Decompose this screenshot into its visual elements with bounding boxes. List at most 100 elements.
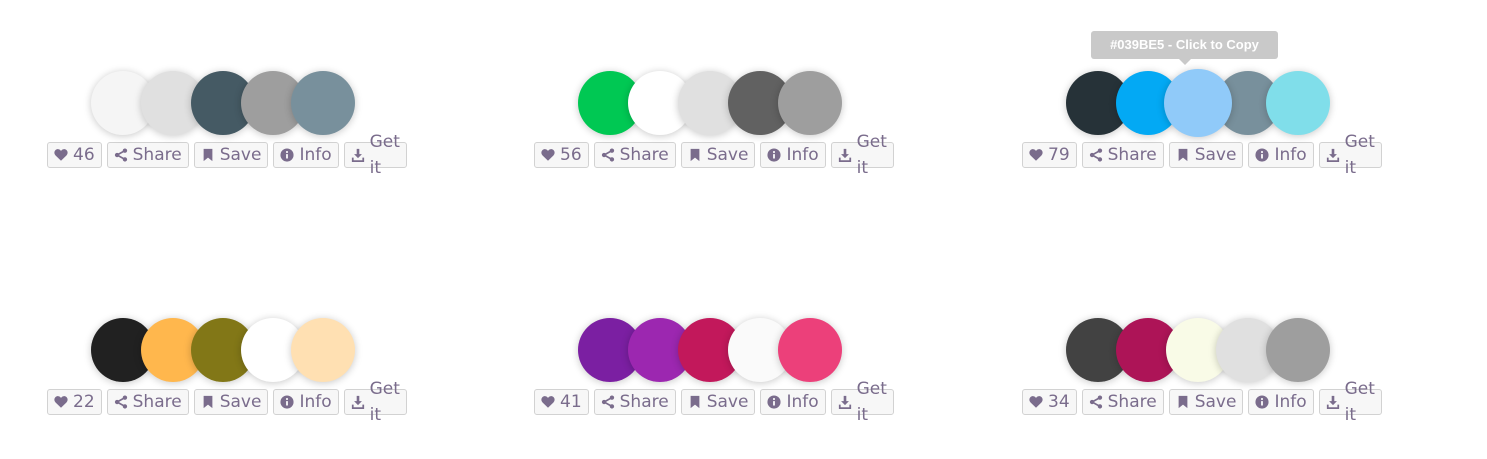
info-icon: [280, 395, 294, 409]
button-label: Share: [132, 145, 182, 165]
share-icon: [1089, 148, 1103, 162]
download-icon: [838, 395, 852, 409]
bookmark-icon: [1176, 148, 1190, 162]
color-swatch[interactable]: [778, 71, 842, 135]
bookmark-icon: [688, 148, 702, 162]
button-label: Info: [786, 145, 819, 165]
color-swatch[interactable]: [291, 318, 355, 382]
get-it-button[interactable]: Get it: [1318, 379, 1382, 425]
button-label: Get it: [856, 379, 887, 425]
palette-card: 46 Share Save Info Get it: [47, 31, 407, 178]
share-icon: [114, 395, 128, 409]
share-button[interactable]: Share: [106, 142, 189, 168]
share-button[interactable]: Share: [1081, 389, 1164, 415]
button-label: Save: [1194, 392, 1237, 412]
get-it-button[interactable]: Get it: [830, 132, 894, 178]
button-label: Info: [1274, 145, 1307, 165]
info-icon: [1255, 148, 1269, 162]
heart-icon: [541, 148, 555, 162]
like-button[interactable]: 79: [1022, 142, 1077, 168]
button-label: Share: [132, 392, 182, 412]
share-icon: [601, 148, 615, 162]
color-swatch[interactable]: [291, 71, 355, 135]
button-label: 22: [73, 392, 95, 412]
share-icon: [114, 148, 128, 162]
download-icon: [351, 395, 365, 409]
bookmark-icon: [688, 395, 702, 409]
button-label: Save: [706, 392, 749, 412]
share-button[interactable]: Share: [593, 142, 676, 168]
like-button[interactable]: 46: [47, 142, 102, 168]
button-label: Get it: [1344, 379, 1375, 425]
button-label: Get it: [1344, 132, 1375, 178]
download-icon: [1326, 148, 1340, 162]
button-label: Info: [786, 392, 819, 412]
button-label: Save: [219, 392, 262, 412]
color-swatch[interactable]: [1164, 69, 1232, 137]
info-button[interactable]: Info: [273, 142, 339, 168]
share-icon: [1089, 395, 1103, 409]
save-button[interactable]: Save: [1168, 389, 1244, 415]
info-button[interactable]: Info: [760, 389, 826, 415]
palette-actions: 46 Share Save Info Get it: [47, 132, 407, 178]
like-button[interactable]: 34: [1022, 389, 1077, 415]
get-it-button[interactable]: Get it: [343, 132, 407, 178]
bookmark-icon: [201, 148, 215, 162]
info-button[interactable]: Info: [760, 142, 826, 168]
heart-icon: [541, 395, 555, 409]
save-button[interactable]: Save: [193, 142, 269, 168]
palette-swatches: [91, 71, 371, 135]
button-label: Info: [1274, 392, 1307, 412]
bookmark-icon: [201, 395, 215, 409]
palette-actions: 34 Share Save Info Get it: [1022, 379, 1382, 425]
button-label: Info: [299, 392, 332, 412]
palette-swatches: [578, 318, 858, 382]
button-label: Save: [219, 145, 262, 165]
share-button[interactable]: Share: [1081, 142, 1164, 168]
palette-card: 22 Share Save Info Get it: [47, 278, 407, 425]
button-label: 34: [1048, 392, 1070, 412]
button-label: Save: [706, 145, 749, 165]
palette-actions: 79 Share Save Info Get it: [1022, 132, 1382, 178]
share-button[interactable]: Share: [106, 389, 189, 415]
info-icon: [767, 395, 781, 409]
get-it-button[interactable]: Get it: [343, 379, 407, 425]
palette-swatches: [91, 318, 371, 382]
save-button[interactable]: Save: [193, 389, 269, 415]
info-icon: [280, 148, 294, 162]
like-button[interactable]: 22: [47, 389, 102, 415]
download-icon: [351, 148, 365, 162]
download-icon: [1326, 395, 1340, 409]
bookmark-icon: [1176, 395, 1190, 409]
button-label: Share: [1107, 145, 1157, 165]
heart-icon: [54, 148, 68, 162]
share-button[interactable]: Share: [593, 389, 676, 415]
get-it-button[interactable]: Get it: [1318, 132, 1382, 178]
button-label: Get it: [856, 132, 887, 178]
palette-swatches: [578, 71, 858, 135]
button-label: Save: [1194, 145, 1237, 165]
button-label: Get it: [369, 132, 400, 178]
share-icon: [601, 395, 615, 409]
button-label: 46: [73, 145, 95, 165]
save-button[interactable]: Save: [1168, 142, 1244, 168]
heart-icon: [1029, 395, 1043, 409]
info-button[interactable]: Info: [1248, 389, 1314, 415]
get-it-button[interactable]: Get it: [830, 379, 894, 425]
save-button[interactable]: Save: [680, 389, 756, 415]
save-button[interactable]: Save: [680, 142, 756, 168]
button-label: Get it: [369, 379, 400, 425]
button-label: 41: [560, 392, 582, 412]
palette-actions: 22 Share Save Info Get it: [47, 379, 407, 425]
info-icon: [767, 148, 781, 162]
color-swatch[interactable]: [778, 318, 842, 382]
like-button[interactable]: 41: [534, 389, 589, 415]
color-swatch[interactable]: [1266, 71, 1330, 135]
info-button[interactable]: Info: [1248, 142, 1314, 168]
color-swatch[interactable]: [1266, 318, 1330, 382]
info-button[interactable]: Info: [273, 389, 339, 415]
info-icon: [1255, 395, 1269, 409]
like-button[interactable]: 56: [534, 142, 589, 168]
download-icon: [838, 148, 852, 162]
heart-icon: [1029, 148, 1043, 162]
